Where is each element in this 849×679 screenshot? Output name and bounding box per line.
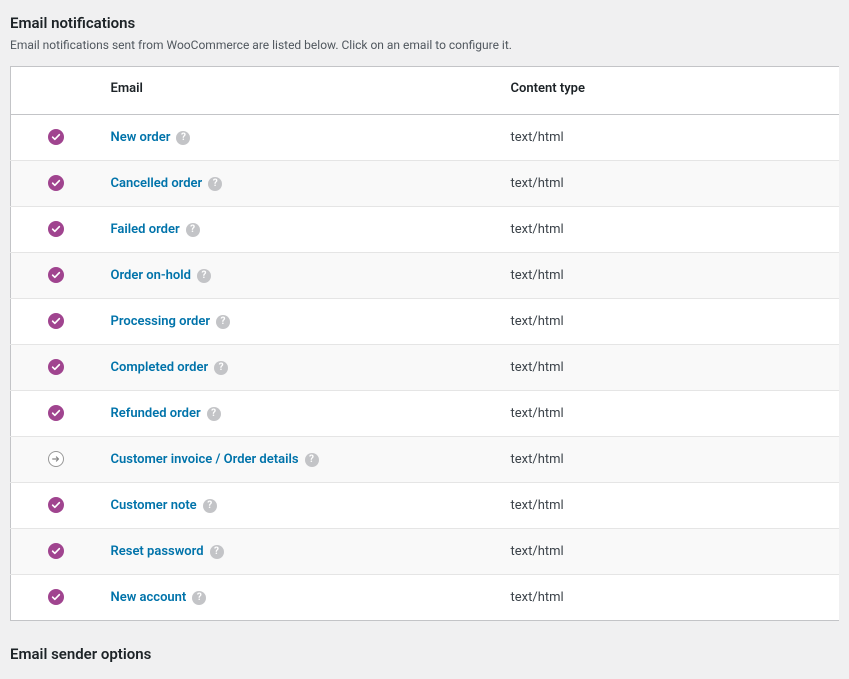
email-link[interactable]: New order xyxy=(111,130,171,145)
column-header-content-type: Content type xyxy=(501,67,840,115)
table-header-row: Email Content type xyxy=(11,67,840,115)
status-cell xyxy=(11,437,91,483)
email-name-cell: Customer note? xyxy=(91,483,501,529)
table-row: Cancelled order?text/html xyxy=(11,161,840,207)
content-type-cell: text/html xyxy=(501,391,840,437)
next-section-title: Email sender options xyxy=(10,645,839,663)
status-enabled-icon xyxy=(48,543,64,559)
content-type-cell: text/html xyxy=(501,345,840,391)
content-type-cell: text/html xyxy=(501,483,840,529)
status-enabled-icon xyxy=(48,497,64,513)
email-name-cell: New order? xyxy=(91,115,501,161)
email-link[interactable]: Refunded order xyxy=(111,406,201,421)
status-enabled-icon xyxy=(48,175,64,191)
table-row: Failed order?text/html xyxy=(11,207,840,253)
email-link[interactable]: Customer invoice / Order details xyxy=(111,452,299,467)
content-type-cell: text/html xyxy=(501,161,840,207)
content-type-cell: text/html xyxy=(501,437,840,483)
help-tip-icon[interactable]: ? xyxy=(203,499,217,513)
email-link[interactable]: Cancelled order xyxy=(111,176,203,191)
content-type-cell: text/html xyxy=(501,253,840,299)
section-description: Email notifications sent from WooCommerc… xyxy=(10,38,839,52)
status-cell xyxy=(11,483,91,529)
email-link[interactable]: Order on-hold xyxy=(111,268,191,283)
help-tip-icon[interactable]: ? xyxy=(214,361,228,375)
email-link[interactable]: New account xyxy=(111,590,187,605)
help-tip-icon[interactable]: ? xyxy=(208,177,222,191)
status-cell xyxy=(11,299,91,345)
status-enabled-icon xyxy=(48,589,64,605)
table-row: Order on-hold?text/html xyxy=(11,253,840,299)
column-header-status xyxy=(11,67,91,115)
email-link[interactable]: Processing order xyxy=(111,314,211,329)
table-row: New account?text/html xyxy=(11,575,840,621)
column-header-email: Email xyxy=(91,67,501,115)
email-notifications-section: Email notifications Email notifications … xyxy=(0,14,849,679)
status-cell xyxy=(11,345,91,391)
status-cell xyxy=(11,253,91,299)
email-name-cell: Reset password? xyxy=(91,529,501,575)
help-tip-icon[interactable]: ? xyxy=(207,407,221,421)
status-enabled-icon xyxy=(48,129,64,145)
content-type-cell: text/html xyxy=(501,115,840,161)
email-name-cell: Cancelled order? xyxy=(91,161,501,207)
table-row: New order?text/html xyxy=(11,115,840,161)
email-link[interactable]: Completed order xyxy=(111,360,209,375)
table-row: Processing order?text/html xyxy=(11,299,840,345)
content-type-cell: text/html xyxy=(501,575,840,621)
email-name-cell: Processing order? xyxy=(91,299,501,345)
table-row: Reset password?text/html xyxy=(11,529,840,575)
email-link[interactable]: Reset password xyxy=(111,544,204,559)
email-link[interactable]: Customer note xyxy=(111,498,197,513)
help-tip-icon[interactable]: ? xyxy=(216,315,230,329)
status-enabled-icon xyxy=(48,221,64,237)
help-tip-icon[interactable]: ? xyxy=(305,453,319,467)
status-enabled-icon xyxy=(48,267,64,283)
content-type-cell: text/html xyxy=(501,207,840,253)
status-cell xyxy=(11,115,91,161)
email-name-cell: Failed order? xyxy=(91,207,501,253)
table-row: Customer invoice / Order details?text/ht… xyxy=(11,437,840,483)
help-tip-icon[interactable]: ? xyxy=(210,545,224,559)
status-cell xyxy=(11,575,91,621)
email-name-cell: New account? xyxy=(91,575,501,621)
table-row: Customer note?text/html xyxy=(11,483,840,529)
status-enabled-icon xyxy=(48,405,64,421)
help-tip-icon[interactable]: ? xyxy=(186,223,200,237)
email-name-cell: Customer invoice / Order details? xyxy=(91,437,501,483)
email-name-cell: Completed order? xyxy=(91,345,501,391)
email-name-cell: Order on-hold? xyxy=(91,253,501,299)
status-enabled-icon xyxy=(48,359,64,375)
help-tip-icon[interactable]: ? xyxy=(192,591,206,605)
section-title: Email notifications xyxy=(10,14,839,32)
email-name-cell: Refunded order? xyxy=(91,391,501,437)
status-manual-icon xyxy=(48,451,64,467)
table-row: Completed order?text/html xyxy=(11,345,840,391)
status-cell xyxy=(11,161,91,207)
table-row: Refunded order?text/html xyxy=(11,391,840,437)
help-tip-icon[interactable]: ? xyxy=(176,131,190,145)
content-type-cell: text/html xyxy=(501,299,840,345)
content-type-cell: text/html xyxy=(501,529,840,575)
status-cell xyxy=(11,529,91,575)
email-link[interactable]: Failed order xyxy=(111,222,180,237)
email-notifications-table: Email Content type New order?text/htmlCa… xyxy=(10,66,839,621)
help-tip-icon[interactable]: ? xyxy=(197,269,211,283)
status-cell xyxy=(11,391,91,437)
status-cell xyxy=(11,207,91,253)
status-enabled-icon xyxy=(48,313,64,329)
